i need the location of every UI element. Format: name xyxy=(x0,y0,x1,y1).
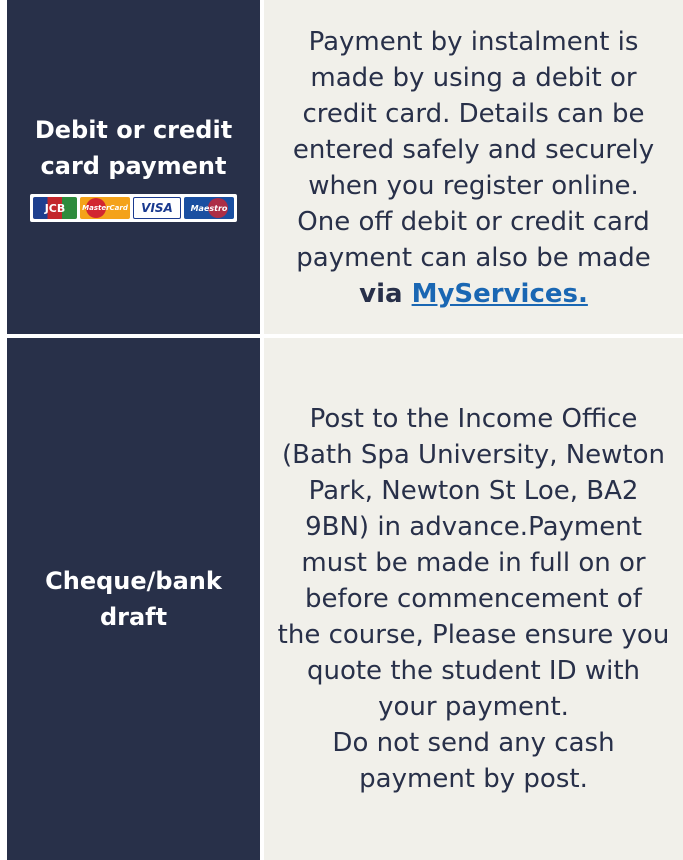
method-label-card: Debit or credit card payment xyxy=(34,116,233,180)
payment-methods-table: Debit or credit card payment JCB MasterC… xyxy=(0,0,683,860)
mastercard-logo-icon: MasterCard xyxy=(80,197,130,219)
myservices-link[interactable]: MyServices xyxy=(412,279,578,309)
method-label-cell-card: Debit or credit card payment JCB MasterC… xyxy=(7,0,260,334)
jcb-logo-icon: JCB xyxy=(33,197,77,219)
myservices-link-period[interactable]: . xyxy=(578,279,588,309)
via-prefix: via xyxy=(359,279,412,309)
visa-logo-icon: VISA xyxy=(133,197,181,219)
method-label-cheque: Cheque/bank draft xyxy=(45,567,222,631)
maestro-logo-icon: Maestro xyxy=(184,197,234,219)
method-label-cell-cheque: Cheque/bank draft xyxy=(7,338,260,860)
method-description-cell-cheque: Post to the Income Office (Bath Spa Univ… xyxy=(264,338,683,860)
method-description-cell-card: Payment by instalment is made by using a… xyxy=(264,0,683,334)
method-description-cheque: Post to the Income Office (Bath Spa Univ… xyxy=(277,404,670,794)
card-logos: JCB MasterCard VISA Maestro xyxy=(30,194,237,222)
via-myservices-line: via MyServices. xyxy=(359,276,588,312)
method-description-card: Payment by instalment is made by using a… xyxy=(292,27,655,273)
